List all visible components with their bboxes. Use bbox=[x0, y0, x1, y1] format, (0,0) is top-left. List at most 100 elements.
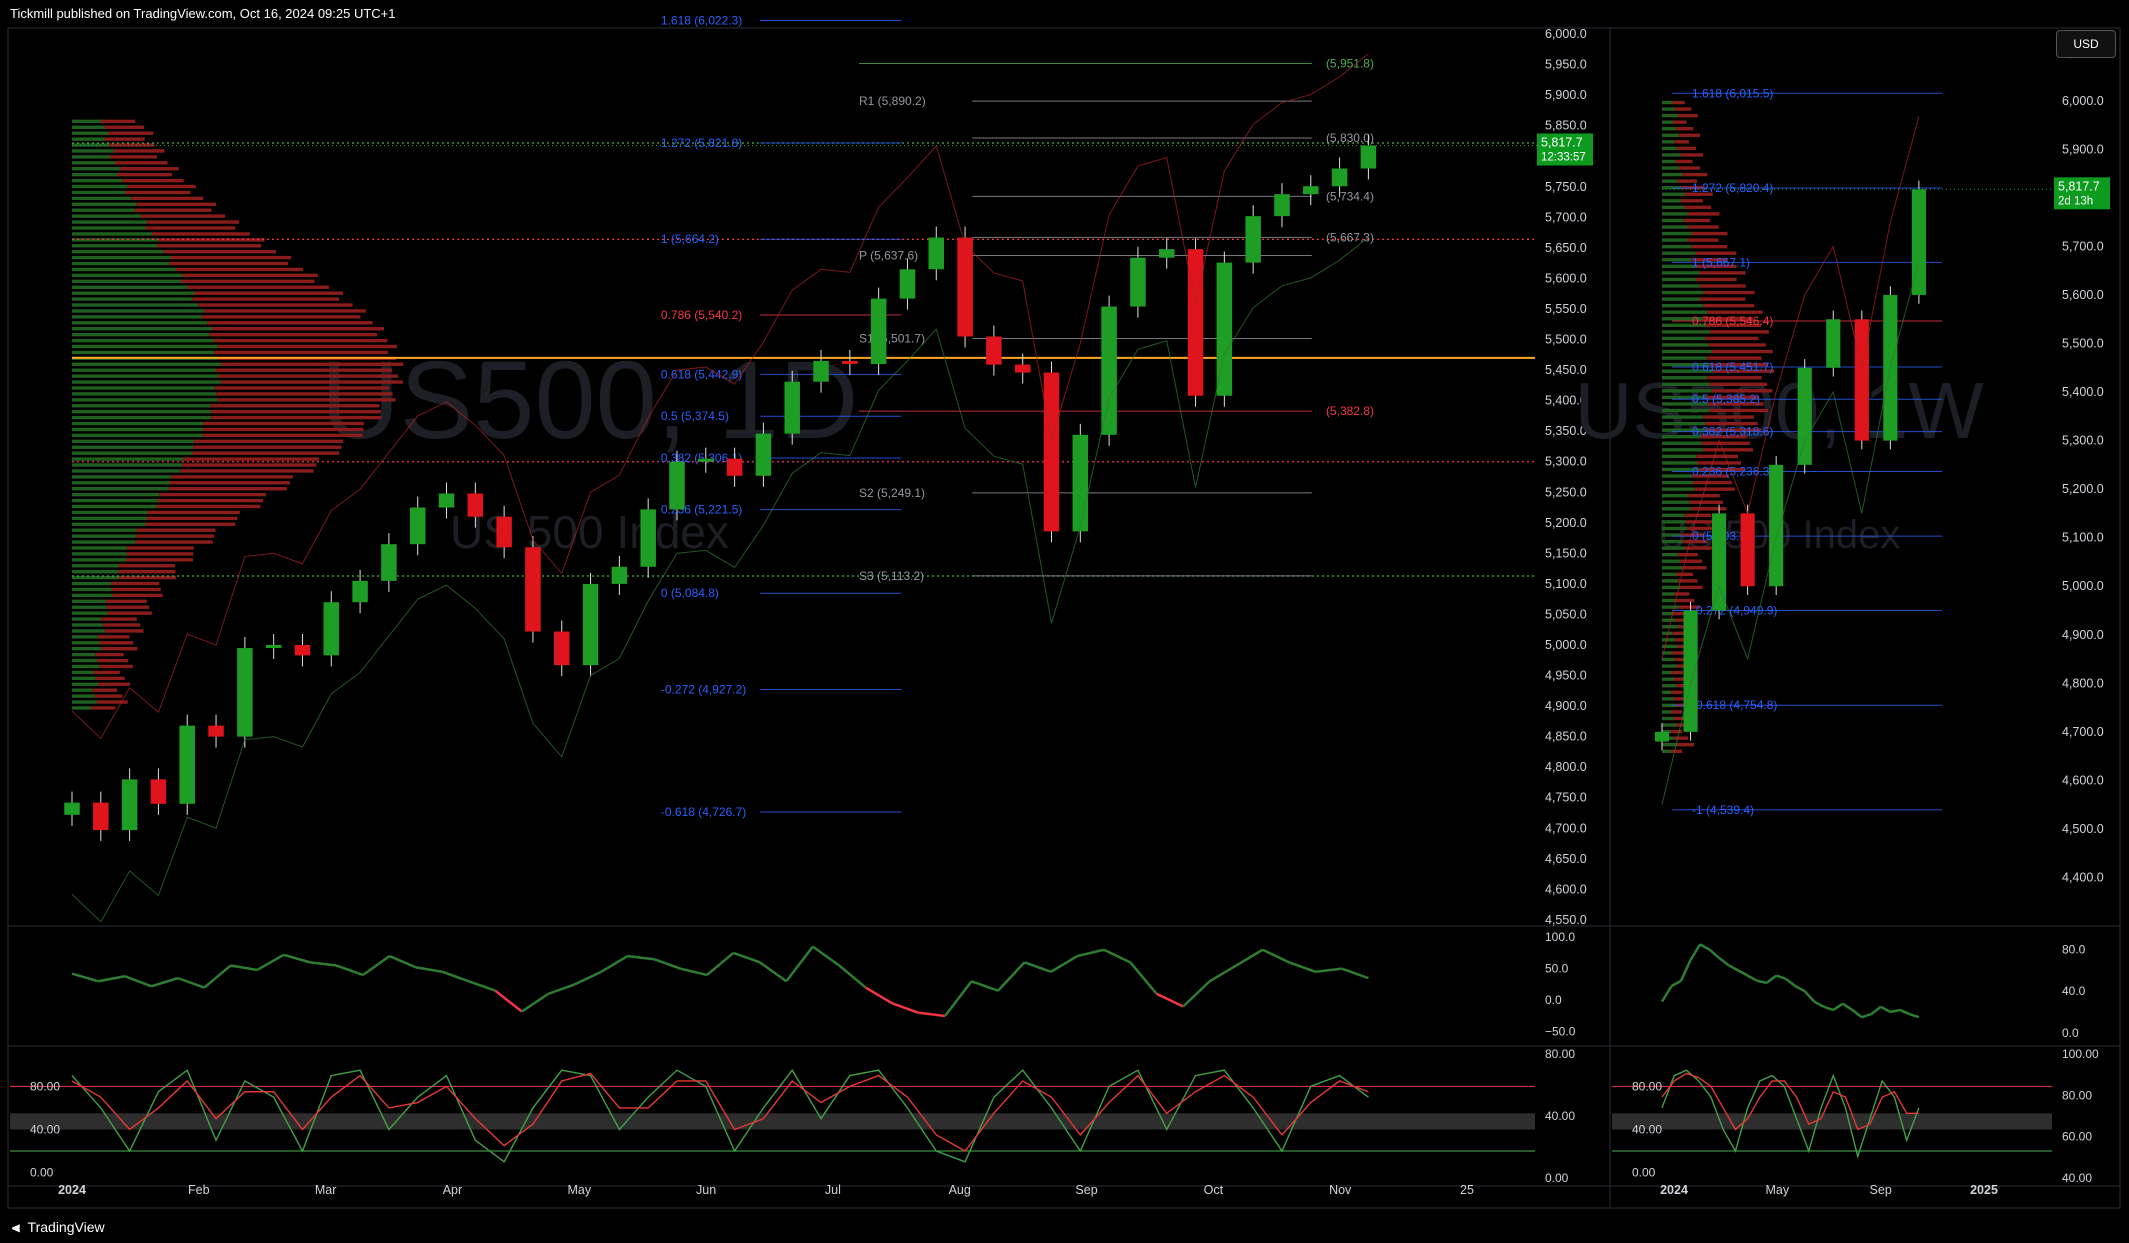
volume-bar-buy bbox=[72, 202, 137, 206]
volume-bar-sell bbox=[107, 611, 152, 615]
volume-bar-buy bbox=[1662, 376, 1707, 380]
currency-button[interactable]: USD bbox=[2056, 30, 2116, 58]
volume-bar-sell bbox=[1682, 566, 1707, 570]
volume-bar-sell bbox=[221, 362, 404, 366]
y-tick-label: 5,100.0 bbox=[1545, 577, 1587, 591]
candle-up bbox=[928, 237, 945, 270]
volume-bar-buy bbox=[1662, 244, 1692, 249]
candle-down bbox=[467, 493, 484, 517]
volume-bar-sell bbox=[104, 629, 144, 633]
volume-bar-sell bbox=[140, 214, 226, 218]
candle-down bbox=[726, 458, 743, 476]
volume-bar-sell bbox=[170, 481, 290, 485]
volume-bar-buy bbox=[1662, 664, 1677, 668]
volume-bar-buy bbox=[1662, 598, 1677, 603]
volume-bar-buy bbox=[72, 451, 193, 455]
volume-bar-buy bbox=[72, 522, 146, 526]
volume-bar-sell bbox=[1705, 336, 1759, 341]
volume-bar-buy bbox=[72, 285, 188, 289]
volume-bar-buy bbox=[72, 214, 141, 218]
candle-up bbox=[1101, 306, 1117, 435]
x-tick-label: Jul bbox=[825, 1183, 841, 1197]
volume-bar-buy bbox=[72, 457, 184, 461]
volume-bar-buy bbox=[72, 481, 171, 485]
volume-bar-sell bbox=[193, 445, 342, 449]
volume-bar-sell bbox=[109, 143, 155, 147]
volume-bar-buy bbox=[1662, 500, 1690, 504]
volume-bar-buy bbox=[1662, 559, 1681, 563]
volume-bar-buy bbox=[72, 404, 211, 408]
stoch-left-tick-label: 40.00 bbox=[1632, 1122, 1662, 1136]
volume-bar-buy bbox=[72, 706, 92, 710]
volume-bar-sell bbox=[1682, 172, 1708, 177]
volume-bar-sell bbox=[145, 522, 236, 526]
volume-bar-buy bbox=[72, 125, 105, 129]
candle-down bbox=[842, 360, 858, 364]
volume-bar-buy bbox=[1662, 487, 1695, 491]
volume-bar-sell bbox=[94, 694, 123, 698]
volume-bar-sell bbox=[202, 433, 363, 438]
volume-bar-sell bbox=[105, 599, 147, 604]
volume-bar-buy bbox=[1662, 480, 1694, 485]
candle-down bbox=[1043, 372, 1060, 532]
volume-bar-buy bbox=[72, 492, 160, 497]
volume-bar-buy bbox=[1662, 277, 1696, 282]
volume-bar-sell bbox=[101, 617, 137, 621]
candle-down bbox=[525, 547, 541, 632]
volume-bar-buy bbox=[72, 309, 205, 313]
volume-bar-buy bbox=[1662, 592, 1675, 596]
volume-bar-buy bbox=[72, 575, 119, 580]
volume-bar-sell bbox=[181, 463, 317, 467]
volume-bar-buy bbox=[72, 184, 128, 189]
y-tick-label: 4,950.0 bbox=[1545, 669, 1587, 683]
volume-bar-sell bbox=[1676, 743, 1695, 747]
y-tick-label: 5,500.0 bbox=[2062, 337, 2104, 351]
volume-bar-sell bbox=[1691, 244, 1728, 249]
volume-bar-sell bbox=[130, 196, 203, 201]
volume-bar-buy bbox=[72, 374, 219, 378]
volume-bar-buy bbox=[1662, 552, 1679, 557]
y-tick-label: 5,000.0 bbox=[1545, 638, 1587, 652]
volume-bar-sell bbox=[169, 261, 288, 266]
volume-bar-buy bbox=[72, 386, 215, 390]
level-label: -1 (4,539.4) bbox=[1692, 803, 1754, 817]
volume-bar-sell bbox=[211, 415, 382, 420]
volume-bar-sell bbox=[1687, 212, 1720, 216]
volume-bar-buy bbox=[1662, 697, 1674, 701]
candle-up bbox=[784, 381, 800, 434]
stoch-right-tick-label: 40.00 bbox=[1545, 1109, 1575, 1123]
y-tick-label: 4,500.0 bbox=[2062, 822, 2104, 836]
footer-brand: TradingView bbox=[27, 1219, 105, 1235]
y-tick-label: 5,600.0 bbox=[1545, 271, 1587, 285]
y-tick-label: 5,900.0 bbox=[1545, 88, 1587, 102]
volume-bar-sell bbox=[1699, 297, 1746, 301]
candle-down bbox=[1014, 364, 1031, 373]
volume-bar-sell bbox=[1675, 107, 1692, 111]
volume-bar-sell bbox=[136, 528, 216, 532]
y-tick-label: 5,200.0 bbox=[1545, 516, 1587, 530]
volume-bar-sell bbox=[217, 398, 396, 402]
candle-up bbox=[179, 725, 195, 804]
volume-bar-sell bbox=[110, 155, 157, 159]
volume-bar-sell bbox=[156, 504, 261, 509]
x-tick-label: 25 bbox=[1460, 1183, 1474, 1197]
volume-bar-buy bbox=[1662, 684, 1677, 688]
volume-bar-buy bbox=[72, 487, 169, 491]
volume-bar-buy bbox=[72, 362, 222, 366]
chart-canvas[interactable]: US500, 1DUS 500 Index6,000.05,950.05,900… bbox=[0, 0, 2129, 1212]
volume-bar-sell bbox=[147, 510, 240, 515]
volume-bar-buy bbox=[1662, 474, 1693, 478]
volume-bar-sell bbox=[125, 190, 191, 195]
y-tick-label: 5,250.0 bbox=[1545, 485, 1587, 499]
volume-bar-buy bbox=[72, 255, 171, 260]
y-tick-label: 5,000.0 bbox=[2062, 579, 2104, 593]
volume-bar-buy bbox=[1662, 723, 1677, 727]
volume-bar-sell bbox=[203, 421, 364, 426]
volume-bar-buy bbox=[1662, 231, 1692, 236]
y-tick-label: 5,200.0 bbox=[2062, 482, 2104, 496]
rsi-tick-label: 40.0 bbox=[2062, 984, 2086, 998]
volume-bar-buy bbox=[1662, 251, 1696, 255]
candle-up bbox=[1216, 262, 1233, 396]
volume-bar-buy bbox=[72, 629, 105, 633]
y-tick-label: 5,650.0 bbox=[1545, 241, 1587, 255]
